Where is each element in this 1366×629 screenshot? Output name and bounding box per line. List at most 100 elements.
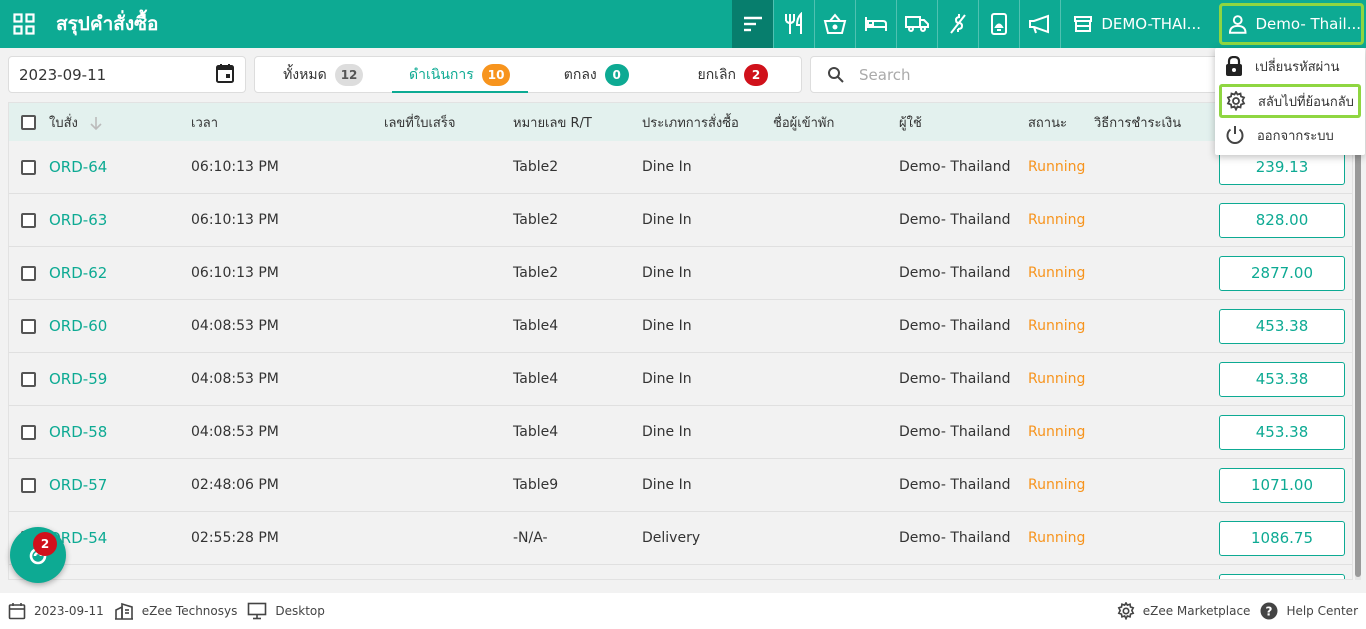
order-link[interactable]: ORD-60 — [49, 317, 107, 335]
tab-settled[interactable]: ตกลง 0 — [528, 57, 665, 92]
order-type: Dine In — [642, 371, 692, 387]
table-scrollbar[interactable] — [1355, 102, 1361, 580]
restaurant-icon[interactable] — [773, 0, 814, 48]
order-link[interactable]: ORD-58 — [49, 423, 107, 441]
tab-running-label: ดำเนินการ — [409, 66, 474, 83]
apps-grid-icon[interactable] — [0, 0, 48, 48]
bed-icon[interactable] — [855, 0, 896, 48]
status-badge: Running — [1028, 371, 1086, 387]
scrollbar-thumb[interactable] — [1355, 102, 1361, 577]
date-picker[interactable]: 2023-09-11 — [8, 56, 246, 93]
status-badge: Running — [1028, 477, 1086, 493]
tab-running[interactable]: ดำเนินการ 10 — [391, 57, 529, 93]
user-name: Demo- Thail... — [1255, 15, 1361, 33]
order-user: Demo- Thailand — [899, 424, 1011, 440]
announcement-icon[interactable] — [1019, 0, 1060, 48]
row-checkbox[interactable] — [21, 318, 36, 334]
delivery-truck-icon[interactable] — [896, 0, 937, 48]
table-number: -N/A- — [513, 530, 548, 546]
order-link[interactable]: ORD-63 — [49, 211, 107, 229]
table-row-partial[interactable] — [9, 565, 1352, 579]
amount-button[interactable]: 2877.00 — [1219, 255, 1345, 291]
header-payment: วิธีการชำระเงิน — [1094, 115, 1182, 131]
table-number: Table4 — [513, 424, 559, 440]
logout-label: ออกจากระบบ — [1257, 128, 1334, 144]
order-type: Dine In — [642, 318, 692, 334]
help-center-link[interactable]: ? Help Center — [1260, 602, 1358, 620]
basket-icon[interactable] — [814, 0, 855, 48]
status-badge: Running — [1028, 265, 1086, 281]
status-badge: Running — [1028, 424, 1086, 440]
row-checkbox[interactable] — [21, 477, 36, 493]
svg-text:?: ? — [1266, 605, 1273, 619]
outlet-selector[interactable]: DEMO-THAI... — [1060, 0, 1213, 48]
row-checkbox[interactable] — [21, 424, 36, 440]
status-badge: Running — [1028, 159, 1086, 175]
top-bar: สรุปคำสั่งซื้อ DEMO-THAI... Demo- Thail.… — [0, 0, 1366, 48]
row-checkbox[interactable] — [21, 265, 36, 281]
order-type: Dine In — [642, 477, 692, 493]
mobile-order-icon[interactable] — [978, 0, 1019, 48]
order-summary-icon[interactable] — [732, 0, 774, 48]
row-checkbox[interactable] — [21, 212, 36, 228]
switch-to-backoffice-item[interactable]: สลับไปที่ย้อนกลับ — [1219, 84, 1361, 118]
outlet-name: DEMO-THAI... — [1101, 15, 1201, 33]
amount-button[interactable]: 828.00 — [1219, 202, 1345, 238]
page-title: สรุปคำสั่งซื้อ — [56, 13, 159, 35]
calendar-icon[interactable] — [215, 63, 235, 87]
header-user: ผู้ใช้ — [899, 115, 922, 131]
user-menu-button[interactable]: Demo- Thail... — [1219, 3, 1364, 45]
table-row[interactable]: ORD-58 04:08:53 PM Table4 Dine In Demo- … — [9, 406, 1352, 459]
row-checkbox[interactable] — [21, 159, 36, 175]
footer-company-text: eZee Technosys — [141, 604, 238, 618]
order-time: 06:10:13 PM — [191, 212, 279, 228]
table-number: Table2 — [513, 159, 559, 175]
footer-date-text: 2023-09-11 — [34, 604, 104, 618]
order-time: 06:10:13 PM — [191, 159, 279, 175]
logout-item[interactable]: ออกจากระบบ — [1215, 118, 1365, 152]
amount-button[interactable]: 453.38 — [1219, 308, 1345, 344]
amount-button[interactable]: 1071.00 — [1219, 467, 1345, 503]
table-row[interactable]: ORD-59 04:08:53 PM Table4 Dine In Demo- … — [9, 353, 1352, 406]
amount-button[interactable]: 453.38 — [1219, 414, 1345, 450]
search-input[interactable]: Search — [810, 56, 1230, 93]
order-user: Demo- Thailand — [899, 371, 1011, 387]
header-order[interactable]: ใบสั่ง — [49, 112, 191, 133]
marketplace-link[interactable]: eZee Marketplace — [1117, 602, 1250, 620]
order-link[interactable]: ORD-62 — [49, 264, 107, 282]
sort-arrow-down-icon[interactable] — [90, 116, 102, 131]
amount-button[interactable]: 1086.75 — [1219, 520, 1345, 556]
order-user: Demo- Thailand — [899, 212, 1011, 228]
amount-button[interactable]: 453.38 — [1219, 361, 1345, 397]
amount-button-partial[interactable] — [1219, 573, 1345, 579]
table-row[interactable]: ORD-54 02:55:28 PM -N/A- Delivery Demo- … — [9, 512, 1352, 565]
status-badge: Running — [1028, 530, 1086, 546]
row-checkbox[interactable] — [21, 371, 36, 387]
table-number: Table4 — [513, 371, 559, 387]
table-row[interactable]: ORD-62 06:10:13 PM Table2 Dine In Demo- … — [9, 247, 1352, 300]
table-row[interactable]: ORD-64 06:10:13 PM Table2 Dine In Demo- … — [9, 141, 1352, 194]
order-user: Demo- Thailand — [899, 318, 1011, 334]
fab-badge: 2 — [33, 532, 57, 556]
order-link[interactable]: ORD-64 — [49, 158, 107, 176]
gear-icon — [1226, 91, 1246, 111]
currency-exchange-icon[interactable] — [937, 0, 978, 48]
switch-to-backoffice-label: สลับไปที่ย้อนกลับ — [1258, 94, 1354, 110]
tab-running-count: 10 — [481, 63, 511, 86]
order-user: Demo- Thailand — [899, 477, 1011, 493]
order-link[interactable]: ORD-57 — [49, 476, 107, 494]
tab-cancelled-count: 2 — [744, 63, 769, 86]
header-time: เวลา — [191, 115, 219, 131]
footer: 2023-09-11 eZee Technosys Desktop eZee M… — [0, 593, 1366, 629]
change-password-item[interactable]: เปลี่ยนรหัสผ่าน — [1215, 49, 1365, 83]
footer-mode: Desktop — [247, 602, 325, 620]
select-all-checkbox[interactable] — [21, 114, 36, 130]
tab-all[interactable]: ทั้งหมด 12 — [255, 57, 392, 92]
tab-settled-label: ตกลง — [563, 66, 597, 83]
tab-cancelled[interactable]: ยกเลิก 2 — [665, 57, 802, 92]
order-link[interactable]: ORD-59 — [49, 370, 107, 388]
table-row[interactable]: ORD-63 06:10:13 PM Table2 Dine In Demo- … — [9, 194, 1352, 247]
table-row[interactable]: ORD-57 02:48:06 PM Table9 Dine In Demo- … — [9, 459, 1352, 512]
table-row[interactable]: ORD-60 04:08:53 PM Table4 Dine In Demo- … — [9, 300, 1352, 353]
order-user: Demo- Thailand — [899, 265, 1011, 281]
